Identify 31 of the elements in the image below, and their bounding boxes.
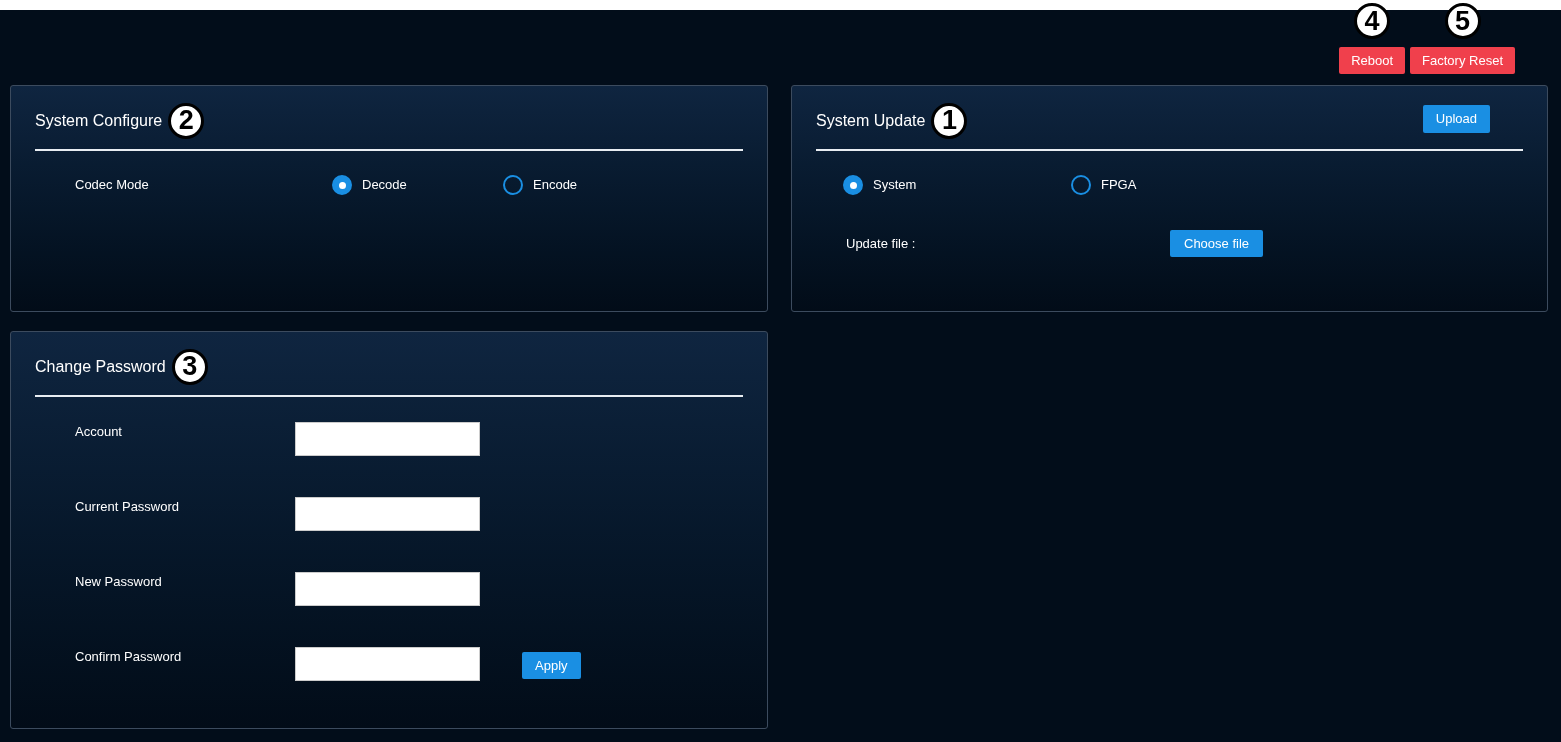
input-field[interactable] [295, 647, 480, 681]
header-button[interactable]: Reboot [1339, 47, 1406, 74]
radio-label: System [873, 176, 917, 195]
panel-title: System Update [816, 110, 926, 131]
apply-button[interactable]: Apply [522, 652, 581, 679]
field-label: New Password [75, 573, 163, 591]
radio-button[interactable] [843, 175, 863, 195]
field-label: Account [75, 423, 123, 441]
header-button[interactable]: Factory Reset [1410, 47, 1515, 74]
radio-button[interactable] [1071, 175, 1091, 195]
radio-button[interactable] [332, 175, 352, 195]
field-label: Current Password [75, 498, 181, 516]
input-field[interactable] [295, 422, 480, 456]
panel-title: System Configure [35, 110, 163, 131]
callout-number: 2 [168, 102, 205, 139]
callout-number: 5 [1444, 3, 1481, 39]
input-field[interactable] [295, 497, 480, 531]
field-label: Codec Mode [75, 176, 150, 195]
radio-label: FPGA [1101, 176, 1137, 195]
callout-number: 4 [1354, 3, 1391, 39]
radio-button[interactable] [503, 175, 523, 195]
field-label: Confirm Password [75, 648, 183, 666]
callout-number: 3 [171, 348, 208, 385]
panel-title: Change Password [35, 356, 166, 377]
choose-file-button[interactable]: Choose file [1170, 230, 1264, 257]
upload-button[interactable]: Upload [1422, 104, 1490, 133]
radio-label: Decode [362, 176, 407, 195]
field-label: Update file : [846, 234, 917, 253]
radio-label: Encode [533, 176, 578, 195]
callout-number: 1 [931, 102, 968, 139]
input-field[interactable] [295, 572, 480, 606]
